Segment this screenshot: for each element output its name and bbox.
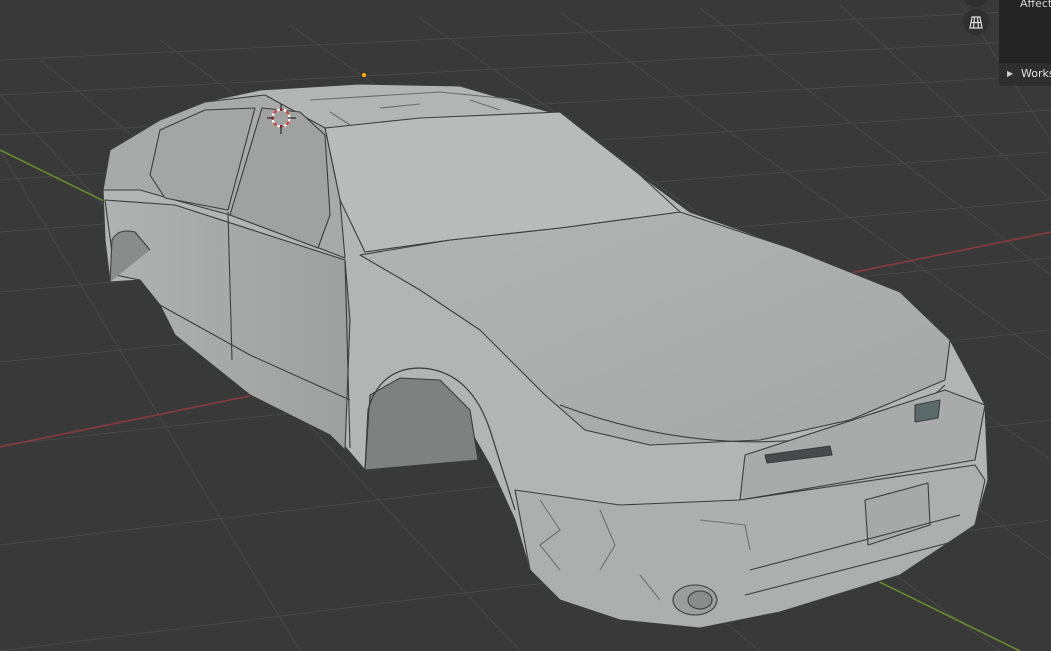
car-body-model[interactable] [102,83,989,629]
affect-label: Affect [1020,0,1051,10]
sidebar-panel: Affect ▶ Works [999,0,1051,86]
affect-options-panel: Affect [999,0,1051,63]
grid-view-button[interactable] [963,9,989,35]
viewport-scene [0,1,1051,651]
object-origin-dot[interactable] [361,72,367,78]
3d-viewport[interactable]: Affect ▶ Works [0,0,1051,651]
workspace-panel-header[interactable]: ▶ Works [999,63,1051,86]
workspace-label: Works [1021,67,1051,80]
grid-icon [969,16,983,29]
disclosure-triangle-icon[interactable]: ▶ [1007,69,1013,78]
